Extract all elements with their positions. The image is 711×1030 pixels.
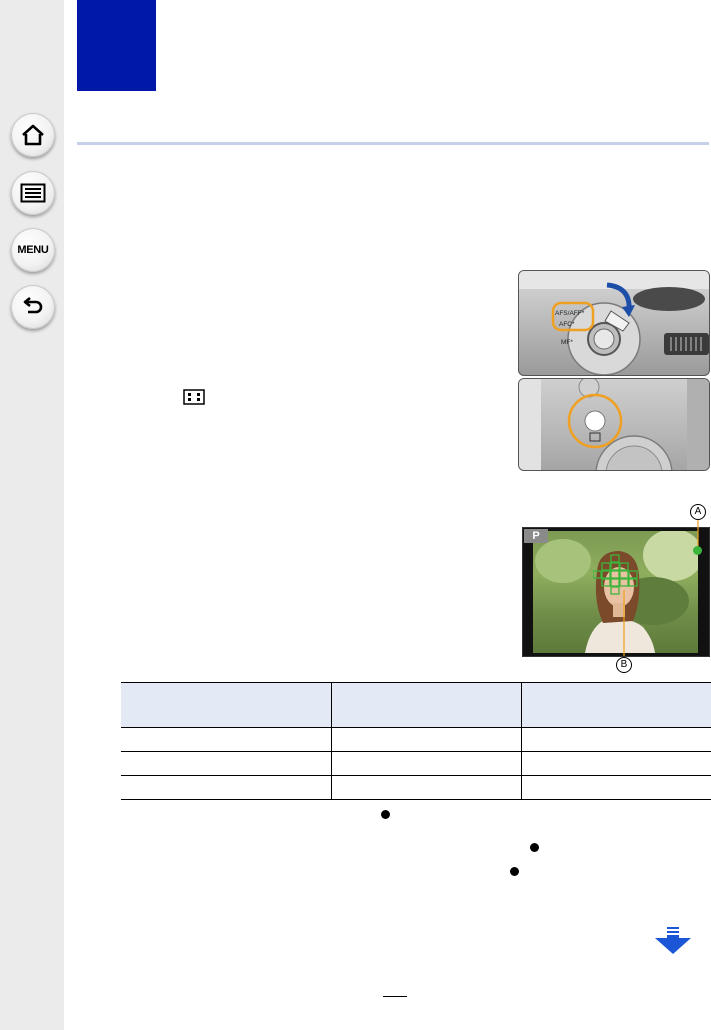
table-cell (331, 727, 522, 752)
chapter-tab (77, 0, 156, 91)
bullet-dot (530, 843, 539, 852)
callout-b-leader (623, 590, 625, 656)
next-page-arrow-icon[interactable] (655, 927, 691, 955)
callout-a: A (690, 504, 706, 520)
af-settings-table (121, 682, 711, 800)
back-button[interactable] (11, 285, 55, 329)
table-row (121, 727, 711, 752)
table-header-row (121, 682, 711, 728)
navigation-sidebar: MENU (0, 0, 64, 1030)
callout-b: B (616, 657, 632, 673)
table-cell (331, 775, 522, 800)
table-header-cell (331, 682, 522, 728)
home-icon (22, 124, 44, 146)
table-cell (521, 775, 711, 800)
section-divider (77, 142, 709, 145)
af-mode-icon (183, 389, 205, 405)
table-cell (121, 775, 332, 800)
table-header-cell (121, 682, 332, 728)
table-row (121, 775, 711, 800)
dial-label-mf: MF* (561, 339, 573, 346)
menu-label: MENU (17, 244, 49, 256)
page-number-underline (383, 996, 407, 997)
table-cell (521, 751, 711, 776)
menu-button[interactable]: MENU (11, 228, 55, 272)
dial-label-afs: AFS/AFF* (555, 310, 585, 317)
camera-af-button-photo (518, 378, 710, 471)
home-button[interactable] (11, 113, 55, 157)
table-cell (331, 751, 522, 776)
table-cell (121, 751, 332, 776)
return-icon (23, 296, 43, 314)
table-cell (521, 727, 711, 752)
camera-focus-lever-photo: AFS/AFF* AFC* MF* (518, 270, 710, 376)
list-icon (20, 183, 46, 203)
table-header-cell (521, 682, 711, 728)
shooting-mode-badge: P (524, 529, 548, 543)
callout-a-leader (697, 518, 699, 546)
bullet-dot (510, 867, 519, 876)
table-cell (121, 727, 332, 752)
bullet-dot (381, 810, 390, 819)
table-row (121, 751, 711, 776)
dial-label-afc: AFC* (559, 321, 575, 328)
contents-button[interactable] (11, 171, 55, 215)
